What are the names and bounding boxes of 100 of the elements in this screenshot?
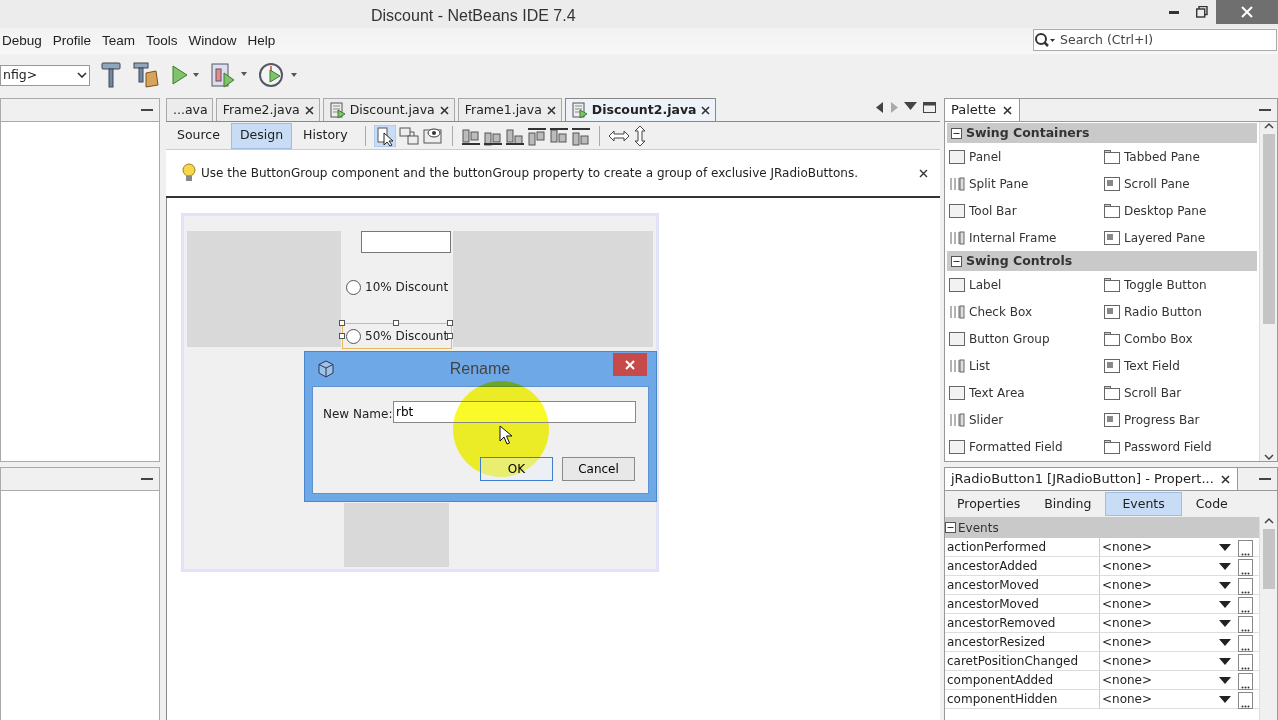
close-icon[interactable]: [303, 104, 315, 116]
hammer-icon[interactable]: [100, 61, 122, 89]
palette-item[interactable]: Desktop Pane: [1124, 201, 1207, 220]
properties-tab[interactable]: Code: [1185, 492, 1238, 516]
event-handler-combo[interactable]: <none>: [1100, 576, 1235, 594]
minimize-icon[interactable]: [1259, 477, 1271, 481]
minimize-icon[interactable]: [141, 108, 153, 112]
palette-item[interactable]: Layered Pane: [1124, 228, 1206, 247]
close-button[interactable]: [1216, 0, 1278, 24]
close-icon[interactable]: [1002, 104, 1014, 116]
close-icon[interactable]: [438, 104, 450, 116]
scrollbar-thumb[interactable]: [1262, 134, 1275, 324]
search-input[interactable]: Search (Ctrl+I): [1056, 30, 1256, 50]
editor-tab[interactable]: Frame1.java: [457, 98, 562, 121]
close-icon[interactable]: [919, 168, 928, 178]
more-button[interactable]: [1238, 673, 1253, 690]
palette-item[interactable]: Scroll Bar: [1124, 383, 1182, 402]
menu-item[interactable]: Help: [245, 30, 282, 52]
more-button[interactable]: [1238, 578, 1253, 595]
scrollbar-thumb[interactable]: [1262, 529, 1275, 589]
minimize-icon[interactable]: [141, 477, 153, 481]
run-icon[interactable]: [170, 64, 200, 86]
event-handler-combo[interactable]: <none>: [1100, 538, 1235, 556]
resize-handle[interactable]: [447, 320, 453, 326]
event-handler-combo[interactable]: <none>: [1100, 557, 1235, 575]
palette-item[interactable]: Password Field: [1124, 437, 1212, 456]
scroll-left-icon[interactable]: [876, 102, 884, 113]
view-tab[interactable]: Source: [168, 122, 229, 149]
palette-item[interactable]: Text Area: [969, 383, 1025, 402]
palette-item[interactable]: Split Pane: [969, 174, 1029, 193]
palette-item[interactable]: Internal Frame: [969, 228, 1057, 247]
close-button[interactable]: [613, 353, 647, 376]
more-button[interactable]: [1238, 540, 1253, 557]
palette-item[interactable]: Formatted Field: [969, 437, 1063, 456]
ok-button[interactable]: OK: [480, 457, 553, 481]
editor-tab[interactable]: ...ava: [166, 98, 213, 121]
menu-item[interactable]: Window: [186, 30, 243, 52]
resize-handle[interactable]: [393, 320, 399, 326]
more-button[interactable]: [1238, 616, 1253, 633]
maximize-icon[interactable]: [923, 102, 936, 113]
more-button[interactable]: [1238, 597, 1253, 614]
resize-handle[interactable]: [339, 333, 345, 339]
config-combo[interactable]: nfig>: [0, 64, 90, 86]
event-handler-combo[interactable]: <none>: [1100, 652, 1235, 670]
name-field[interactable]: rbt: [393, 401, 636, 423]
palette-item[interactable]: Tool Bar: [969, 201, 1017, 220]
menu-item[interactable]: Debug: [0, 30, 48, 52]
editor-tab[interactable]: Discount.java: [322, 98, 455, 121]
palette-item[interactable]: Label: [969, 275, 1002, 294]
view-tab[interactable]: History: [294, 122, 357, 149]
menu-item[interactable]: Team: [100, 30, 142, 52]
palette-item[interactable]: Combo Box: [1124, 329, 1193, 348]
scroll-down-icon[interactable]: [1263, 453, 1274, 461]
align-icon[interactable]: [548, 125, 569, 146]
connection-icon[interactable]: [397, 124, 420, 147]
pointer-icon[interactable]: [373, 124, 396, 147]
properties-window-tab[interactable]: jRadioButton1 [JRadioButton] - Propert...: [945, 468, 1238, 490]
resize-handle[interactable]: [339, 320, 345, 326]
more-button[interactable]: [1238, 635, 1253, 652]
palette-item[interactable]: Check Box: [969, 302, 1033, 321]
palette-item[interactable]: Slider: [969, 410, 1004, 429]
palette-item[interactable]: Toggle Button: [1124, 275, 1207, 294]
event-handler-combo[interactable]: <none>: [1100, 633, 1235, 651]
close-icon[interactable]: [545, 104, 557, 116]
more-button[interactable]: [1238, 559, 1253, 576]
palette-tab[interactable]: Palette: [945, 99, 1021, 121]
dropdown-icon[interactable]: [904, 102, 917, 110]
properties-tab[interactable]: Properties: [947, 492, 1031, 516]
palette-item[interactable]: Button Group: [969, 329, 1050, 348]
collapse-icon[interactable]: [951, 127, 962, 139]
cancel-button[interactable]: Cancel: [562, 457, 635, 481]
editor-tab[interactable]: Discount2.java: [564, 98, 717, 121]
editor-tab[interactable]: Frame2.java: [215, 98, 320, 121]
menu-item[interactable]: Tools: [144, 30, 184, 52]
palette-item[interactable]: List: [969, 356, 990, 375]
more-button[interactable]: [1238, 692, 1253, 709]
palette-item[interactable]: Text Field: [1124, 356, 1180, 375]
palette-item[interactable]: Panel: [969, 147, 1002, 166]
resize-handle[interactable]: [447, 333, 453, 339]
align-icon[interactable]: [526, 125, 547, 146]
event-handler-combo[interactable]: <none>: [1100, 595, 1235, 613]
palette-item[interactable]: Progress Bar: [1124, 410, 1200, 429]
palette-item[interactable]: Tabbed Pane: [1124, 147, 1200, 166]
minimize-icon[interactable]: [1259, 108, 1271, 112]
collapse-icon[interactable]: [945, 522, 956, 533]
align-icon[interactable]: [570, 125, 591, 146]
palette-item[interactable]: Radio Button: [1124, 302, 1202, 321]
scroll-up-icon[interactable]: [1263, 517, 1274, 525]
event-handler-combo[interactable]: <none>: [1100, 690, 1235, 708]
palette-item[interactable]: Scroll Pane: [1124, 174, 1190, 193]
more-button[interactable]: [1238, 654, 1253, 671]
event-handler-combo[interactable]: <none>: [1100, 614, 1235, 632]
collapse-icon[interactable]: [951, 255, 962, 267]
event-handler-combo[interactable]: <none>: [1100, 671, 1235, 689]
debug-icon[interactable]: [210, 61, 248, 89]
close-icon[interactable]: [1219, 473, 1231, 485]
menu-item[interactable]: Profile: [50, 30, 98, 52]
profile-icon[interactable]: [258, 61, 298, 89]
view-tab[interactable]: Design: [230, 122, 293, 149]
close-icon[interactable]: [700, 104, 712, 116]
